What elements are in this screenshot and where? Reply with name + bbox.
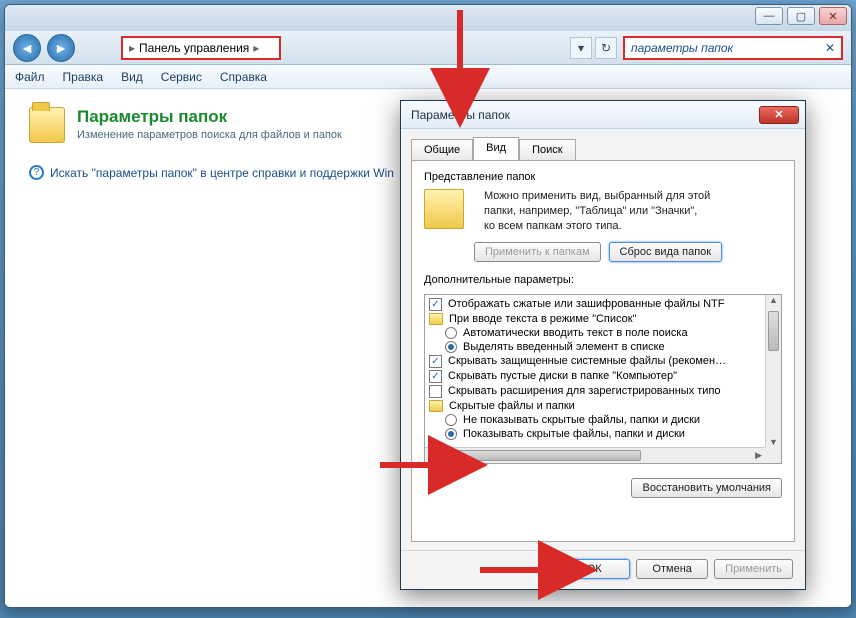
tab-general[interactable]: Общие — [411, 139, 473, 160]
list-item: Отображать сжатые или зашифрованные файл… — [448, 298, 724, 310]
group-folder-view-text: Можно применить вид, выбранный для этой … — [484, 189, 710, 234]
menubar: Файл Правка Вид Сервис Справка — [5, 65, 851, 89]
minimize-button[interactable]: — — [755, 7, 783, 25]
list-item: При вводе текста в режиме "Список" — [449, 313, 636, 325]
tab-view[interactable]: Вид — [473, 137, 519, 160]
folder-options-icon — [29, 107, 65, 143]
radio-icon[interactable] — [445, 341, 457, 353]
list-item: Автоматически вводить текст в поле поиск… — [463, 327, 688, 339]
close-button[interactable]: ✕ — [819, 7, 847, 25]
dialog-title: Параметры папок — [411, 108, 510, 122]
search-input[interactable]: параметры папок ✕ — [623, 36, 843, 60]
group-folder-view-label: Представление папок — [424, 171, 782, 183]
cancel-button[interactable]: Отмена — [636, 559, 708, 579]
folder-tiny-icon — [429, 313, 443, 325]
dialog-button-row: ОК Отмена Применить — [401, 550, 805, 589]
folder-tiny-icon — [429, 400, 443, 412]
list-item: Скрывать пустые диски в папке "Компьютер… — [448, 370, 677, 382]
checkbox-icon[interactable] — [429, 355, 442, 368]
list-item: Показывать скрытые файлы, папки и диски — [463, 428, 685, 440]
maximize-button[interactable]: ▢ — [787, 7, 815, 25]
checkbox-icon[interactable] — [429, 298, 442, 311]
chevron-right-icon: ▸ — [253, 41, 259, 55]
breadcrumb-label: Панель управления — [139, 41, 249, 55]
menu-tools[interactable]: Сервис — [161, 70, 202, 84]
help-icon: ? — [29, 165, 44, 180]
radio-icon[interactable] — [445, 414, 457, 426]
dialog-tabs: Общие Вид Поиск — [401, 129, 805, 160]
menu-view[interactable]: Вид — [121, 70, 143, 84]
folder-options-dialog: Параметры папок ✕ Общие Вид Поиск Предст… — [400, 100, 806, 590]
scroll-corner — [765, 447, 781, 463]
reset-folders-button[interactable]: Сброс вида папок — [609, 242, 723, 262]
list-item: Выделять введенный элемент в списке — [463, 341, 665, 353]
titlebar: — ▢ ✕ — [5, 5, 851, 31]
restore-defaults-button[interactable]: Восстановить умолчания — [631, 478, 782, 498]
folder-mini-icon — [424, 189, 464, 229]
clear-search-icon[interactable]: ✕ — [819, 41, 835, 55]
checkbox-icon[interactable] — [429, 385, 442, 398]
tab-search[interactable]: Поиск — [519, 139, 575, 160]
forward-button[interactable]: ► — [47, 34, 75, 62]
list-item: Скрывать расширения для зарегистрированн… — [448, 385, 721, 397]
radio-icon[interactable] — [445, 327, 457, 339]
horizontal-scrollbar[interactable] — [425, 447, 765, 463]
dialog-titlebar: Параметры папок ✕ — [401, 101, 805, 129]
radio-icon[interactable] — [445, 428, 457, 440]
list-item: Скрытые файлы и папки — [449, 400, 575, 412]
checkbox-icon[interactable] — [429, 370, 442, 383]
dialog-close-button[interactable]: ✕ — [759, 106, 799, 124]
refresh-button[interactable]: ↻ — [595, 37, 617, 59]
apply-to-folders-button[interactable]: Применить к папкам — [474, 242, 601, 262]
chevron-right-icon: ▸ — [129, 41, 135, 55]
vertical-scrollbar[interactable] — [765, 295, 781, 447]
additional-settings-label: Дополнительные параметры: — [424, 274, 782, 286]
tab-body-view: Представление папок Можно применить вид,… — [411, 160, 795, 542]
dropdown-history-button[interactable]: ▾ — [570, 37, 592, 59]
list-item: Скрывать защищенные системные файлы (рек… — [448, 355, 726, 367]
page-title: Параметры папок — [77, 107, 342, 127]
ok-button[interactable]: ОК — [558, 559, 630, 579]
menu-edit[interactable]: Правка — [63, 70, 104, 84]
search-value: параметры папок — [631, 41, 733, 55]
advanced-settings-listbox[interactable]: Отображать сжатые или зашифрованные файл… — [424, 294, 782, 464]
apply-button[interactable]: Применить — [714, 559, 793, 579]
menu-help[interactable]: Справка — [220, 70, 267, 84]
menu-file[interactable]: Файл — [15, 70, 45, 84]
breadcrumb[interactable]: ▸ Панель управления ▸ — [121, 36, 281, 60]
list-item: Не показывать скрытые файлы, папки и дис… — [463, 414, 700, 426]
back-button[interactable]: ◄ — [13, 34, 41, 62]
help-link-text: Искать "параметры папок" в центре справк… — [50, 166, 394, 180]
page-subtitle: Изменение параметров поиска для файлов и… — [77, 129, 342, 141]
navbar: ◄ ► ▸ Панель управления ▸ ▾ ↻ параметры … — [5, 31, 851, 65]
